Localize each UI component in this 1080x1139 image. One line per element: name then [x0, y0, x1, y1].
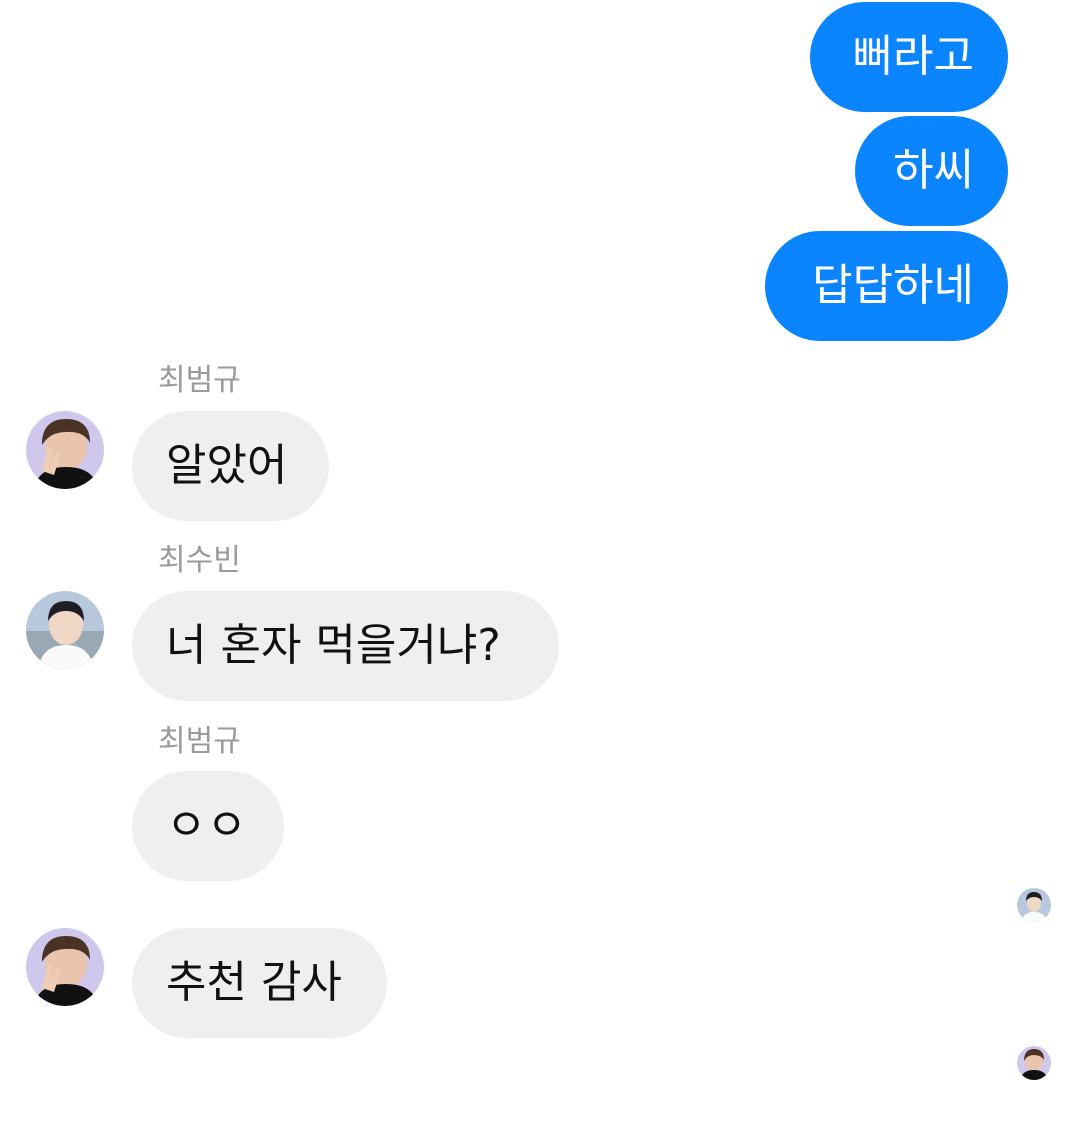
message-text: 추천 감사	[166, 957, 342, 1008]
incoming-message-bubble[interactable]: 너 혼자 먹을거냐?	[132, 591, 559, 701]
message-text: ㅇㅇ	[166, 800, 247, 851]
read-receipt-avatar	[1017, 1046, 1051, 1080]
message-text: 뻐라고	[852, 31, 974, 82]
message-text: 너 혼자 먹을거냐?	[166, 620, 501, 671]
outgoing-message-bubble[interactable]: 답답하네	[765, 231, 1008, 341]
message-text: 하씨	[893, 145, 974, 196]
incoming-message-bubble[interactable]: 알았어	[132, 411, 329, 521]
sender-name: 최범규	[158, 724, 241, 759]
soobin-avatar[interactable]	[26, 591, 104, 669]
incoming-message-bubble[interactable]: 추천 감사	[132, 928, 387, 1038]
beomgyu-avatar[interactable]	[26, 928, 104, 1006]
outgoing-message-bubble[interactable]: 뻐라고	[810, 2, 1008, 112]
message-text: 알았어	[166, 440, 288, 491]
sender-name: 최범규	[158, 363, 241, 398]
incoming-message-bubble[interactable]: ㅇㅇ	[132, 771, 284, 881]
message-text: 답답하네	[812, 260, 974, 311]
sender-name: 최수빈	[158, 543, 241, 578]
beomgyu-avatar[interactable]	[26, 411, 104, 489]
read-receipt-avatar	[1017, 888, 1051, 922]
outgoing-message-bubble[interactable]: 하씨	[855, 116, 1008, 226]
